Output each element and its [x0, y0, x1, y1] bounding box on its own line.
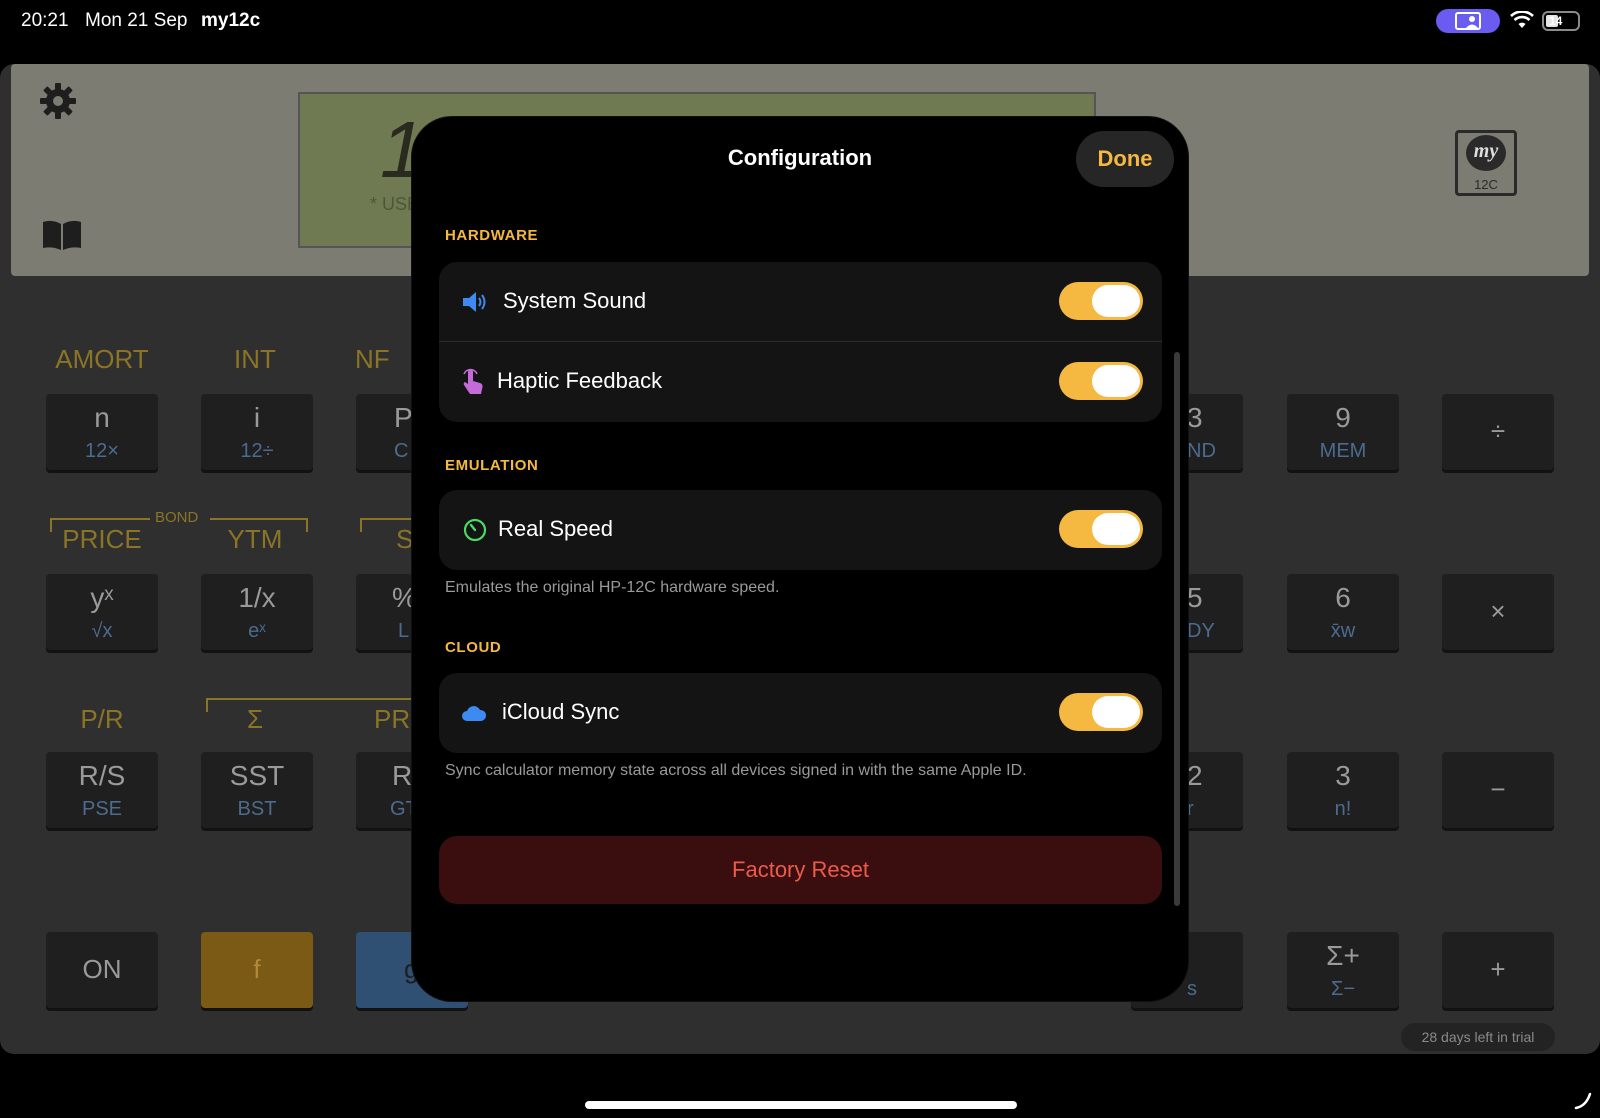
key-on[interactable]: ON — [46, 932, 158, 1008]
home-indicator[interactable] — [585, 1101, 1017, 1109]
function-label-ytm: YTM — [227, 524, 283, 554]
icloud-sync-label: iCloud Sync — [502, 699, 620, 724]
row-icloud-sync[interactable]: iCloud Sync — [439, 673, 1162, 753]
icloud-sync-footnote: Sync calculator memory state across all … — [445, 762, 1027, 779]
status-app-name: my12c — [201, 10, 261, 31]
function-label-pr: P/R — [80, 704, 124, 734]
function-label-prgm: PR — [374, 704, 411, 734]
real-speed-footnote: Emulates the original HP-12C hardware sp… — [445, 579, 780, 596]
key-n[interactable]: n 12× — [46, 394, 158, 470]
status-bar: 20:21 Mon 21 Sep my12c 14 — [0, 0, 1600, 44]
haptic-feedback-label: Haptic Feedback — [497, 368, 663, 393]
key-plus[interactable]: + — [1442, 932, 1554, 1008]
bond-bracket-left — [50, 518, 150, 520]
wifi-icon — [1510, 11, 1534, 28]
real-speed-toggle[interactable] — [1059, 510, 1143, 548]
my12c-logo: my 12C — [1455, 130, 1517, 196]
done-button[interactable]: Done — [1076, 131, 1174, 187]
key-f[interactable]: f — [201, 932, 313, 1008]
pencil-hover-icon — [1574, 1092, 1592, 1110]
key-6[interactable]: 6 x̄w — [1287, 574, 1399, 650]
row-real-speed[interactable]: Real Speed — [439, 490, 1162, 570]
bond-label: BOND — [155, 509, 199, 526]
emulation-group: Real Speed — [439, 490, 1162, 570]
book-icon[interactable] — [41, 218, 83, 252]
key-power[interactable]: yˣ √x — [46, 574, 158, 650]
trial-notice: 28 days left in trial — [1401, 1023, 1555, 1051]
gear-icon[interactable] — [39, 82, 77, 120]
factory-reset-button[interactable]: Factory Reset — [439, 836, 1162, 904]
function-label-amort: AMORT — [55, 344, 149, 374]
icloud-sync-toggle[interactable] — [1059, 693, 1143, 731]
section-heading-cloud: CLOUD — [445, 639, 502, 656]
screen-mirroring-icon[interactable] — [1436, 9, 1500, 33]
status-time: 20:21 — [21, 10, 69, 31]
function-label-sigma: Σ — [246, 704, 264, 734]
key-reciprocal[interactable]: 1/x eˣ — [201, 574, 313, 650]
cloud-group: iCloud Sync — [439, 673, 1162, 753]
function-label-npv: NF — [355, 344, 390, 374]
key-divide[interactable]: ÷ — [1442, 394, 1554, 470]
hand-tap-icon — [463, 368, 483, 394]
key-3[interactable]: 3 n! — [1287, 752, 1399, 828]
key-run-stop[interactable]: R/S PSE — [46, 752, 158, 828]
configuration-modal: Configuration Done HARDWARE System Sound… — [412, 117, 1188, 1001]
haptic-feedback-toggle[interactable] — [1059, 362, 1143, 400]
real-speed-label: Real Speed — [498, 516, 613, 541]
battery-icon: 14 — [1542, 11, 1580, 31]
key-sst[interactable]: SST BST — [201, 752, 313, 828]
key-sigma-plus[interactable]: Σ+ Σ− — [1287, 932, 1399, 1008]
cloud-icon — [462, 706, 487, 721]
row-haptic-feedback[interactable]: Haptic Feedback — [439, 342, 1162, 422]
section-heading-hardware: HARDWARE — [445, 227, 539, 244]
system-sound-label: System Sound — [503, 288, 647, 313]
key-multiply[interactable]: × — [1442, 574, 1554, 650]
function-label-int: INT — [234, 344, 276, 374]
status-date: Mon 21 Sep — [85, 10, 188, 31]
system-sound-toggle[interactable] — [1059, 282, 1143, 320]
row-system-sound[interactable]: System Sound — [439, 262, 1162, 342]
function-label-price: PRICE — [62, 524, 142, 554]
key-i[interactable]: i 12÷ — [201, 394, 313, 470]
hardware-group: System Sound Haptic Feedback — [439, 262, 1162, 422]
speaker-icon — [463, 292, 486, 312]
modal-scrollbar[interactable] — [1174, 352, 1180, 906]
key-9[interactable]: 9 MEM — [1287, 394, 1399, 470]
modal-title: Configuration — [727, 145, 873, 170]
speedometer-icon — [463, 518, 487, 542]
bond-bracket-right — [210, 518, 308, 520]
section-heading-emulation: EMULATION — [445, 457, 539, 474]
key-minus[interactable]: − — [1442, 752, 1554, 828]
